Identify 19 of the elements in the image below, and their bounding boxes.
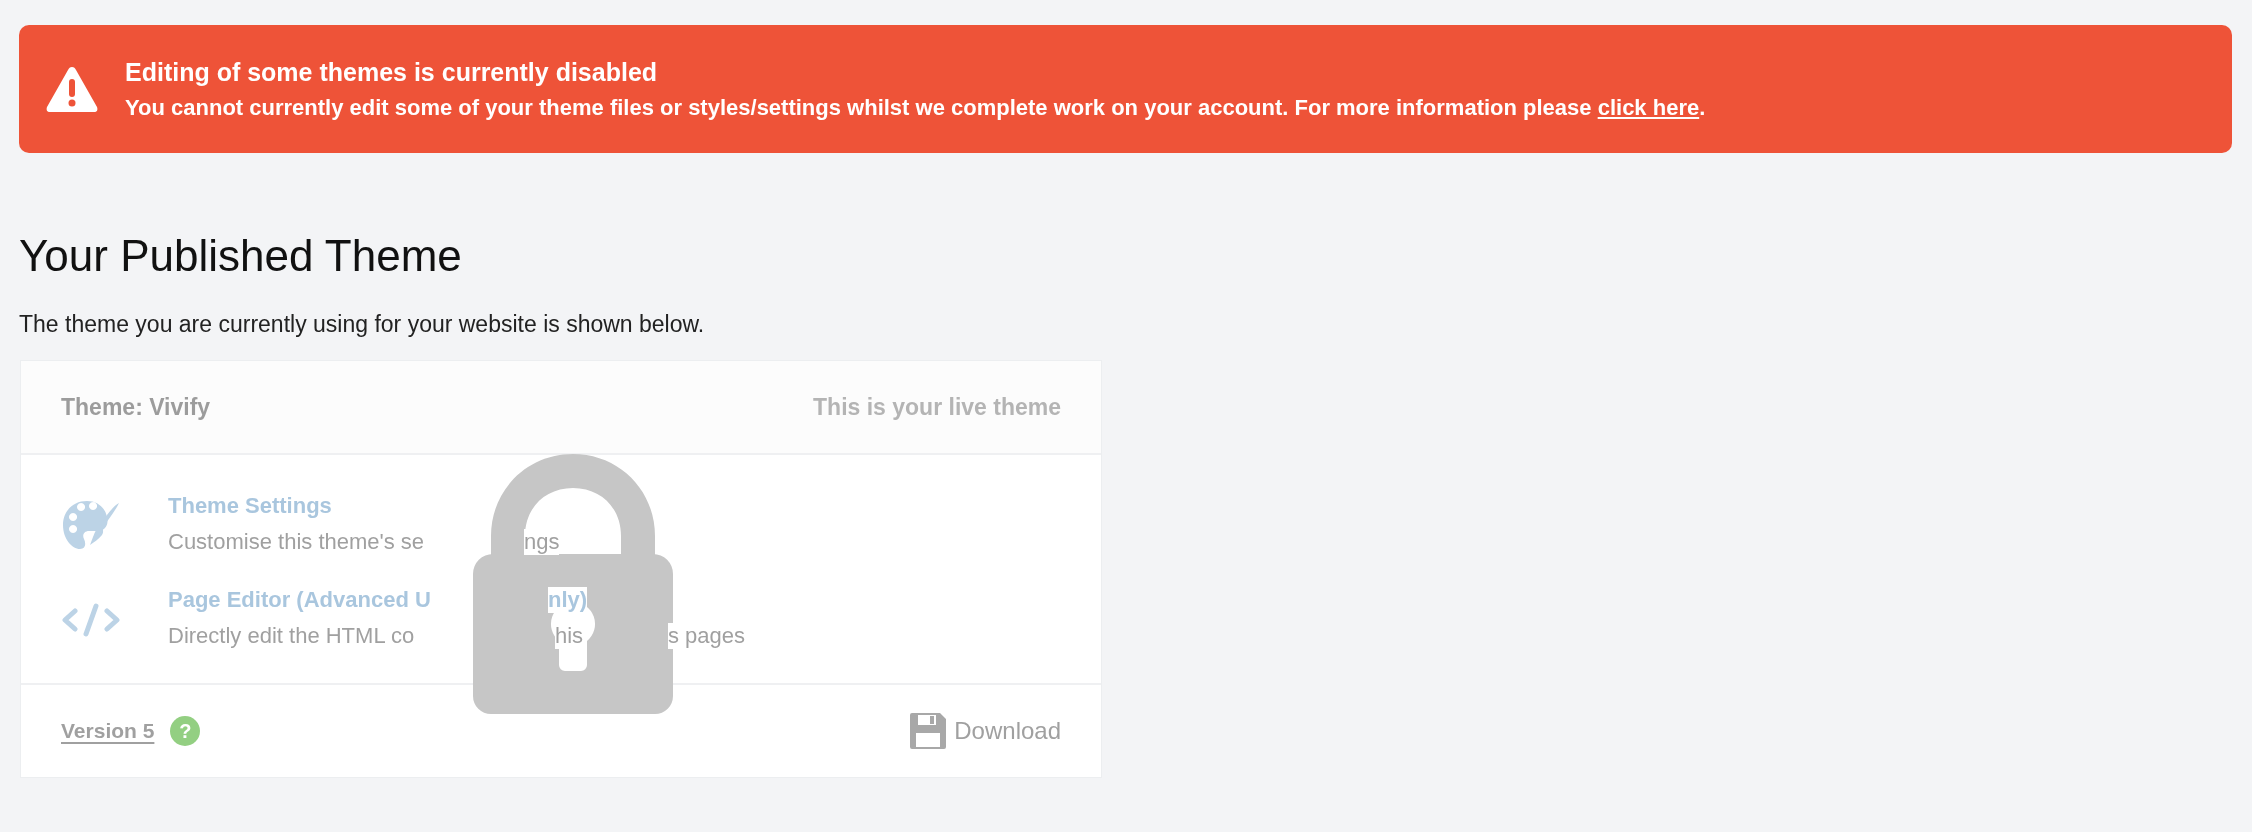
live-theme-label: This is your live theme xyxy=(813,393,1061,421)
alert-message: You cannot currently edit some of your theme files or styles/settings whilst we complete work on your account. For more information please click here. xyxy=(125,94,1706,121)
alert-title: Editing of some themes is currently disabled xyxy=(125,57,659,87)
option-title[interactable]: Page Editor (Advanced U xyxy=(168,587,431,612)
option-title[interactable]: nly) xyxy=(548,587,588,613)
option-title[interactable]: Theme Settings xyxy=(168,493,332,518)
option-description: Customise this theme's se xyxy=(168,529,425,554)
version-link[interactable]: Version 5 xyxy=(61,719,155,743)
click-here-link[interactable]: click here xyxy=(1597,94,1700,120)
download-button[interactable]: Download xyxy=(908,711,1061,751)
warning-icon xyxy=(45,65,99,113)
code-icon xyxy=(61,603,121,637)
help-badge[interactable]: ? xyxy=(170,716,201,746)
option-description: s pages xyxy=(668,623,746,649)
theme-name: Theme: Vivify xyxy=(61,393,211,421)
intro-text: The theme you are currently using for your website is shown below. xyxy=(19,311,706,338)
option-description: Directly edit the HTML co xyxy=(168,623,415,648)
option-description: ngs xyxy=(524,529,560,555)
page-heading: Your Published Theme xyxy=(19,231,463,281)
